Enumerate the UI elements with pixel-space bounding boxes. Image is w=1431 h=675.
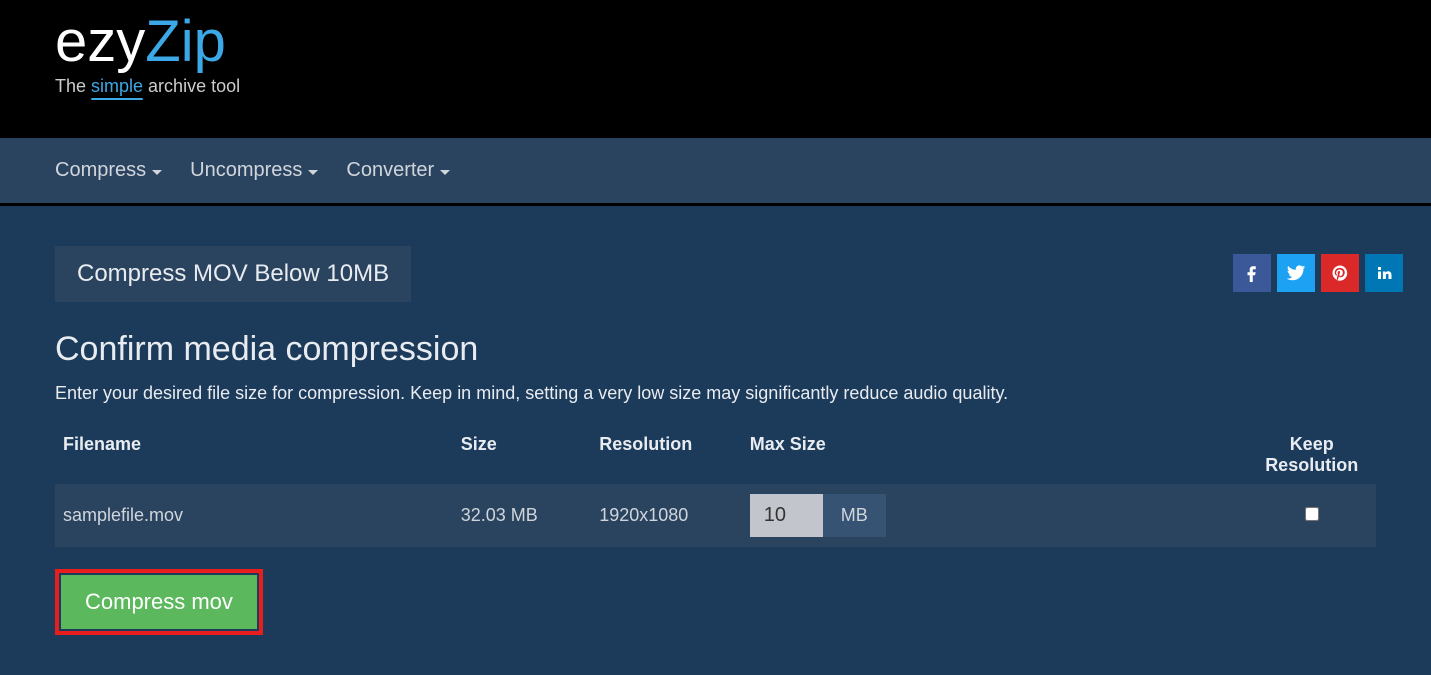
- compress-button[interactable]: Compress mov: [61, 575, 257, 629]
- navbar: Compress Uncompress Converter: [0, 138, 1431, 206]
- logo-text: ezyZip: [55, 10, 1376, 74]
- facebook-button[interactable]: [1233, 254, 1271, 292]
- file-table: Filename Size Resolution Max Size Keep R…: [55, 426, 1376, 547]
- header-keep: Keep Resolution: [1247, 434, 1376, 476]
- cell-keep: [1247, 505, 1376, 526]
- keep-resolution-checkbox[interactable]: [1305, 507, 1319, 521]
- nav-compress-label: Compress: [55, 159, 146, 182]
- facebook-icon: [1243, 264, 1261, 282]
- pinterest-button[interactable]: [1321, 254, 1359, 292]
- nav-uncompress-label: Uncompress: [190, 159, 302, 182]
- twitter-button[interactable]: [1277, 254, 1315, 292]
- pinterest-icon: [1331, 264, 1349, 282]
- header-maxsize: Max Size: [738, 434, 1248, 476]
- content: Compress MOV Below 10MB Confirm media co…: [0, 206, 1431, 675]
- cell-maxsize: MB: [738, 494, 1248, 537]
- cell-filename: samplefile.mov: [55, 505, 461, 526]
- tagline-post: archive tool: [143, 76, 240, 96]
- chevron-down-icon: [440, 170, 450, 175]
- tab-compress-mov[interactable]: Compress MOV Below 10MB: [55, 246, 411, 302]
- logo-part1: ezy: [55, 9, 145, 74]
- header-resolution: Resolution: [599, 434, 738, 476]
- chevron-down-icon: [308, 170, 318, 175]
- logo-part2: Zip: [145, 9, 226, 74]
- logo[interactable]: ezyZip The simple archive tool: [55, 10, 1376, 97]
- tab-label: Compress MOV Below 10MB: [77, 260, 389, 287]
- cell-size: 32.03 MB: [461, 505, 600, 526]
- header: ezyZip The simple archive tool: [0, 0, 1431, 138]
- cell-resolution: 1920x1080: [599, 505, 738, 526]
- section-desc: Enter your desired file size for compres…: [55, 383, 1376, 404]
- twitter-icon: [1286, 263, 1306, 283]
- tagline-simple: simple: [91, 76, 143, 97]
- linkedin-button[interactable]: [1365, 254, 1403, 292]
- compress-button-label: Compress mov: [85, 589, 233, 614]
- section-title: Confirm media compression: [55, 330, 1376, 369]
- social-icons: [1233, 254, 1403, 292]
- nav-uncompress[interactable]: Uncompress: [190, 159, 318, 182]
- tagline-pre: The: [55, 76, 91, 96]
- linkedin-icon: [1375, 264, 1393, 282]
- table-row: samplefile.mov 32.03 MB 1920x1080 MB: [55, 484, 1376, 547]
- header-filename: Filename: [55, 434, 461, 476]
- nav-converter[interactable]: Converter: [346, 159, 450, 182]
- header-size: Size: [461, 434, 600, 476]
- maxsize-unit: MB: [823, 494, 886, 537]
- table-header: Filename Size Resolution Max Size Keep R…: [55, 426, 1376, 484]
- nav-compress[interactable]: Compress: [55, 159, 162, 182]
- maxsize-input[interactable]: [750, 494, 823, 537]
- nav-converter-label: Converter: [346, 159, 434, 182]
- tagline: The simple archive tool: [55, 76, 1376, 97]
- maxsize-input-group: MB: [750, 494, 886, 537]
- compress-button-highlight: Compress mov: [55, 569, 263, 635]
- chevron-down-icon: [152, 170, 162, 175]
